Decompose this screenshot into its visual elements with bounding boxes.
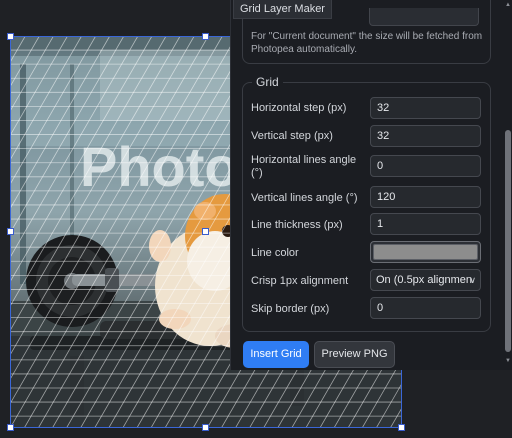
grid-slanted-line: [23, 36, 251, 428]
preview-png-button[interactable]: Preview PNG: [314, 341, 395, 368]
horizontal-angle-input[interactable]: 0: [370, 155, 481, 177]
grid-slanted-line: [10, 36, 139, 259]
vertical-angle-label: Vertical lines angle (°): [251, 192, 358, 204]
line-color-picker[interactable]: [370, 241, 481, 263]
clipped-input[interactable]: [369, 8, 479, 26]
skip-border-label: Skip border (px): [251, 303, 330, 315]
line-thickness-label: Line thickness (px): [251, 219, 343, 231]
crisp-alignment-label: Crisp 1px alignment: [251, 275, 349, 287]
vertical-step-label: Vertical step (px): [251, 130, 333, 142]
grid-slanted-line: [10, 36, 195, 356]
transform-handle-bottom-left[interactable]: [7, 424, 14, 431]
transform-handle-top[interactable]: [202, 33, 209, 40]
horizontal-step-label: Horizontal step (px): [251, 102, 347, 114]
chevron-down-icon: ∨: [469, 275, 476, 285]
panel-scroll-area[interactable]: For "Current document" the size will be …: [231, 0, 512, 370]
transform-handle-top-left[interactable]: [7, 33, 14, 40]
triangle-up-icon[interactable]: ▲: [505, 2, 511, 8]
size-hint-text: For "Current document" the size will be …: [251, 31, 483, 55]
transform-handle-bottom-right[interactable]: [398, 424, 405, 431]
grid-slanted-line: [10, 36, 223, 405]
skip-border-input[interactable]: 0: [370, 297, 481, 319]
insert-grid-button[interactable]: Insert Grid: [243, 341, 309, 368]
crisp-alignment-select[interactable]: On (0.5px alignmen ∨: [370, 269, 481, 291]
transform-handle-bottom[interactable]: [202, 424, 209, 431]
vertical-angle-input[interactable]: 120: [370, 186, 481, 208]
horizontal-step-input[interactable]: 32: [370, 97, 481, 119]
panel-title-tab[interactable]: Grid Layer Maker: [233, 0, 332, 19]
vertical-step-input[interactable]: 32: [370, 125, 481, 147]
grid-slanted-line: [10, 36, 54, 113]
transform-handle-center[interactable]: [202, 228, 209, 235]
triangle-down-icon[interactable]: ▼: [505, 358, 511, 364]
grid-layer-maker-panel: For "Current document" the size will be …: [230, 0, 512, 370]
transform-handle-left[interactable]: [7, 228, 14, 235]
grid-slanted-line: [10, 36, 82, 161]
crisp-alignment-value: On (0.5px alignmen: [376, 274, 472, 286]
line-color-label: Line color: [251, 247, 299, 259]
grid-legend: Grid: [252, 74, 283, 90]
line-thickness-input[interactable]: 1: [370, 213, 481, 235]
panel-scrollbar[interactable]: ▲ ▼: [503, 0, 512, 370]
line-color-fill: [373, 244, 478, 260]
horizontal-angle-label: Horizontal lines angle (°): [251, 154, 357, 179]
scrollbar-thumb[interactable]: [505, 130, 511, 352]
